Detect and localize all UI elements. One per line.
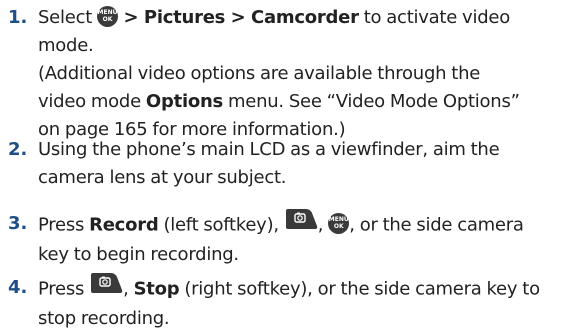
camera-key-icon: [89, 272, 123, 303]
step-text-segment: (right softkey), or the side camera key …: [179, 278, 540, 300]
step-text-segment: menu. See “Video Mode Options”: [223, 91, 520, 112]
step-number: 4.: [8, 277, 28, 298]
step-text-segment: ,: [123, 278, 134, 300]
step-number: 1.: [8, 7, 28, 28]
step-text: Press Record (left softkey), , MENU OK, o…: [38, 208, 568, 269]
step-text-line: (Additional video options are available …: [38, 63, 481, 84]
menu-ok-key-icon: MENU OK: [328, 213, 350, 234]
step-text-segment: Select: [38, 7, 98, 28]
step-text: Using the phone’s main LCD as a viewfind…: [38, 136, 568, 192]
step-text-segment: Press: [38, 278, 90, 300]
step-number: 2.: [8, 139, 28, 160]
step-text-segment: video mode: [38, 91, 146, 112]
step-text-line: camera lens at your subject.: [38, 167, 287, 188]
step-text-segment: , or the side camera: [349, 214, 524, 236]
step-number: 3.: [8, 213, 28, 234]
step-text-segment: Press: [38, 214, 90, 236]
step-text-segment: ,: [317, 214, 329, 236]
instruction-steps: 1. Select MENU OK > Pictures > Camcorder …: [0, 0, 574, 332]
menu-ok-key-icon: MENU OK: [97, 5, 119, 27]
options-menu-name: Options: [145, 91, 224, 112]
step-text: Select MENU OK > Pictures > Camcorder to …: [38, 4, 568, 144]
camera-key-icon: [284, 208, 318, 239]
step-text: Press , Stop (right softkey), or the sid…: [38, 272, 568, 333]
record-softkey-label: Record: [89, 214, 159, 236]
menu-path: > Pictures > Camcorder: [118, 7, 359, 28]
step-text-line: stop recording.: [38, 308, 170, 329]
step-text-line: key to begin recording.: [38, 244, 239, 265]
step-text-line: Using the phone’s main LCD as a viewfind…: [38, 139, 500, 160]
stop-softkey-label: Stop: [133, 278, 180, 300]
step-text-segment: (left softkey),: [158, 214, 284, 236]
